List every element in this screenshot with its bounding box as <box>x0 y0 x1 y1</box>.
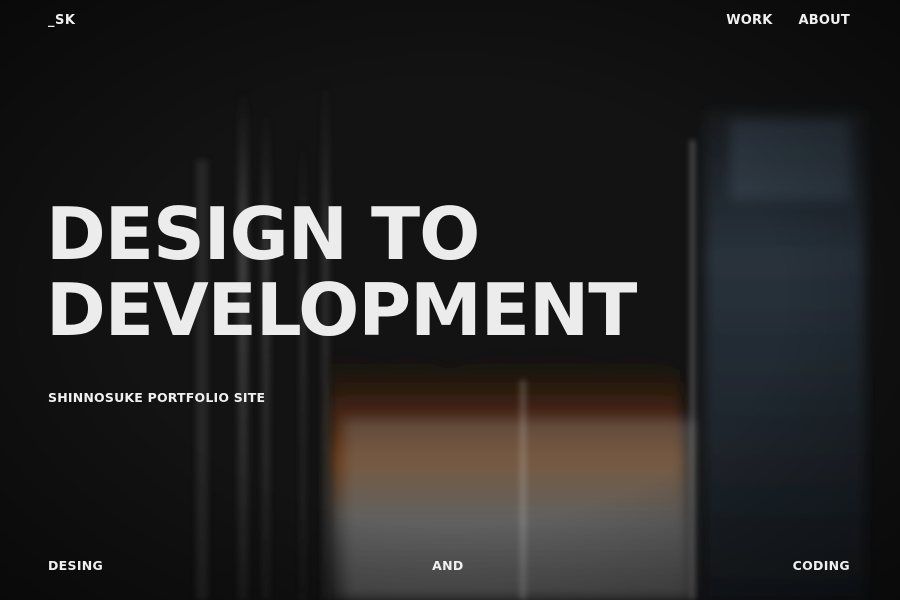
main-nav: WORK ABOUT <box>726 13 850 28</box>
hero-headline-line-1: DESIGN TO <box>46 192 480 276</box>
footer-word-left: DESING <box>48 558 104 573</box>
hero-headline: DESIGN TO DEVELOPMENT <box>46 192 637 352</box>
footer-word-right: CODING <box>792 558 850 573</box>
nav-item-work[interactable]: WORK <box>726 13 772 28</box>
nav-item-about[interactable]: ABOUT <box>799 13 850 28</box>
hero-subtitle: SHINNOSUKE PORTFOLIO SITE <box>48 390 266 405</box>
footer-word-center: AND <box>432 558 464 573</box>
footer-tagline: DESING AND CODING <box>48 558 850 573</box>
hero-headline-line-2: DEVELOPMENT <box>46 268 637 352</box>
site-logo[interactable]: _SK <box>48 13 75 28</box>
